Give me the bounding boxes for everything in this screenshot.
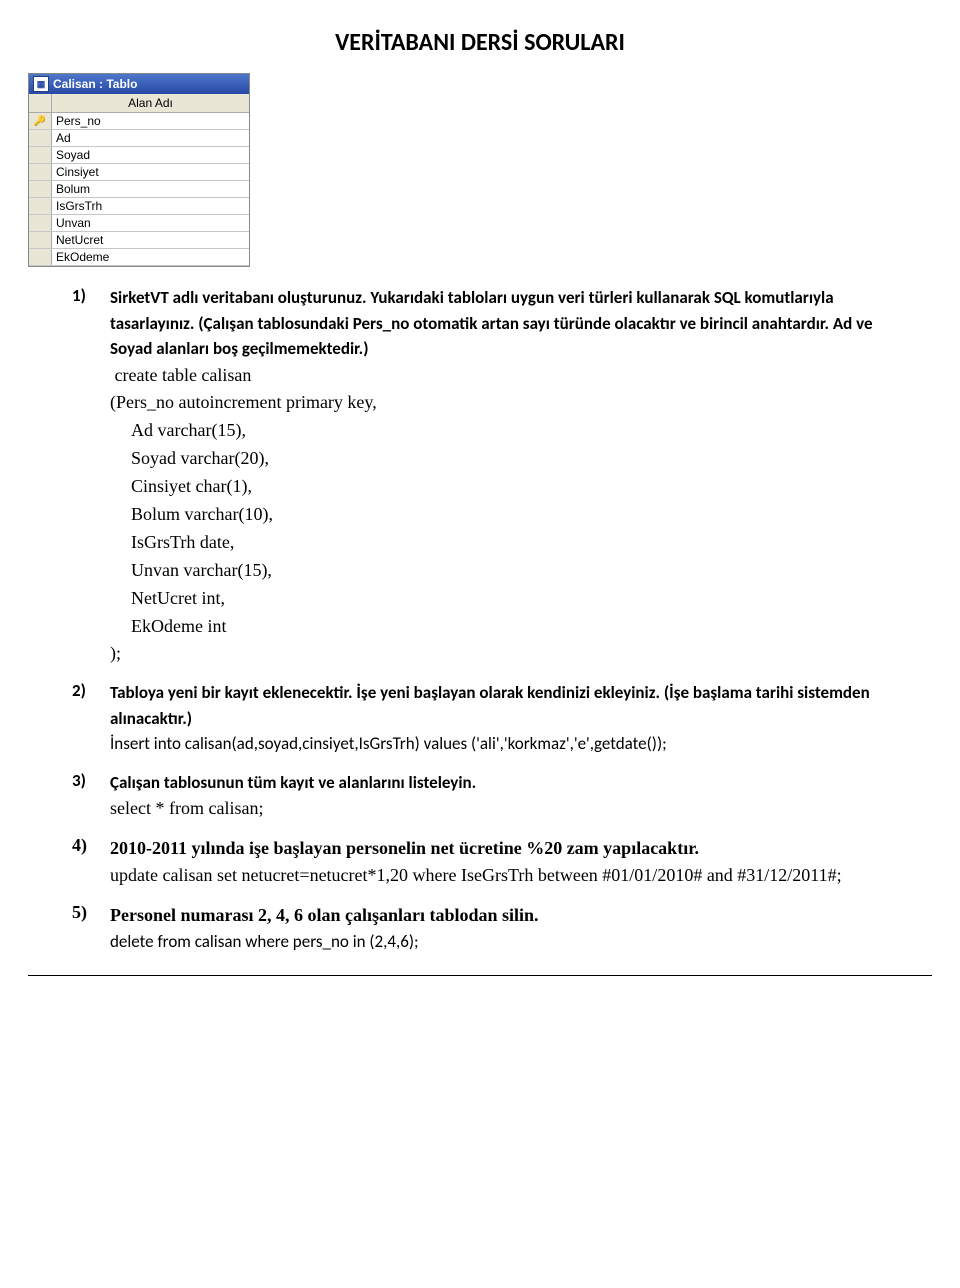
access-row-gutter (29, 147, 52, 163)
access-field-name: Ad (52, 130, 249, 146)
access-row-gutter (29, 164, 52, 180)
access-rows: 🔑 Pers_no Ad Soyad Cinsiyet Bolum Is (29, 113, 249, 266)
question-text: Tabloya yeni bir kayıt eklenecektir. İşe… (110, 680, 888, 731)
code-line: IsGrsTrh date, (110, 529, 888, 557)
question-number: 5) (72, 902, 100, 955)
access-gutter-head (29, 94, 52, 112)
question-body: Çalışan tablosunun tüm kayıt ve alanları… (110, 770, 888, 823)
question-5: 5) Personel numarası 2, 4, 6 olan çalışa… (72, 902, 888, 955)
code-line: Cinsiyet char(1), (110, 473, 888, 501)
page-title: VERİTABANI DERSİ SORULARI (72, 28, 888, 57)
access-row-gutter (29, 181, 52, 197)
access-field-name: EkOdeme (52, 249, 249, 265)
question-body: Personel numarası 2, 4, 6 olan çalışanla… (110, 902, 888, 955)
code-line: NetUcret int, (110, 585, 888, 613)
access-row-gutter (29, 198, 52, 214)
code-line: Ad varchar(15), (110, 417, 888, 445)
access-field-name: Cinsiyet (52, 164, 249, 180)
access-row: Soyad (29, 147, 249, 164)
footer-rule (28, 975, 932, 976)
code-line: EkOdeme int (110, 613, 888, 641)
access-row-gutter: 🔑 (29, 113, 52, 129)
table-icon: ▦ (33, 76, 49, 92)
access-column-header-row: Alan Adı (29, 94, 249, 113)
access-field-name: IsGrsTrh (52, 198, 249, 214)
code-line: Bolum varchar(10), (110, 501, 888, 529)
question-4: 4) 2010-2011 yılında işe başlayan person… (72, 835, 888, 890)
question-number: 3) (72, 770, 100, 823)
access-row-gutter (29, 215, 52, 231)
access-field-name: Soyad (52, 147, 249, 163)
question-number: 2) (72, 680, 100, 757)
code-line: create table calisan (110, 362, 888, 390)
access-window-title: ▦ Calisan : Tablo (29, 74, 249, 94)
answer-text: select * from calisan; (110, 795, 888, 823)
question-text: Personel numarası 2, 4, 6 olan çalışanla… (110, 902, 888, 929)
question-number: 1) (72, 285, 100, 668)
question-2: 2) Tabloya yeni bir kayıt eklenecektir. … (72, 680, 888, 757)
access-field-name: NetUcret (52, 232, 249, 248)
access-row: IsGrsTrh (29, 198, 249, 215)
access-row-gutter (29, 130, 52, 146)
access-row-gutter (29, 249, 52, 265)
access-row: Bolum (29, 181, 249, 198)
question-text: 2010-2011 yılında işe başlayan personeli… (110, 835, 888, 862)
document-page: VERİTABANI DERSİ SORULARI ▦ Calisan : Ta… (0, 0, 960, 1022)
access-row: 🔑 Pers_no (29, 113, 249, 130)
question-1: 1) SirketVT adlı veritabanı oluşturunuz.… (72, 285, 888, 668)
answer-text: İnsert into calisan(ad,soyad,cinsiyet,Is… (110, 731, 888, 757)
access-row-gutter (29, 232, 52, 248)
access-column-header: Alan Adı (52, 94, 249, 112)
question-number: 4) (72, 835, 100, 890)
access-field-name: Pers_no (52, 113, 249, 129)
answer-text: delete from calisan where pers_no in (2,… (110, 929, 888, 955)
sql-code-block: create table calisan (Pers_no autoincrem… (110, 362, 888, 669)
question-body: 2010-2011 yılında işe başlayan personeli… (110, 835, 888, 890)
access-field-name: Bolum (52, 181, 249, 197)
questions-list: 1) SirketVT adlı veritabanı oluşturunuz.… (72, 285, 888, 955)
question-3: 3) Çalışan tablosunun tüm kayıt ve alanl… (72, 770, 888, 823)
code-line: (Pers_no autoincrement primary key, (110, 389, 888, 417)
question-body: Tabloya yeni bir kayıt eklenecektir. İşe… (110, 680, 888, 757)
question-body: SirketVT adlı veritabanı oluşturunuz. Yu… (110, 285, 888, 668)
access-field-name: Unvan (52, 215, 249, 231)
access-row: NetUcret (29, 232, 249, 249)
access-row: EkOdeme (29, 249, 249, 266)
access-row: Cinsiyet (29, 164, 249, 181)
code-line: ); (110, 640, 888, 668)
access-row: Unvan (29, 215, 249, 232)
access-row: Ad (29, 130, 249, 147)
code-line: Soyad varchar(20), (110, 445, 888, 473)
access-title-text: Calisan : Tablo (53, 77, 137, 91)
answer-text: update calisan set netucret=netucret*1,2… (110, 862, 888, 890)
key-icon: 🔑 (34, 116, 46, 127)
question-text: Çalışan tablosunun tüm kayıt ve alanları… (110, 770, 888, 796)
question-text: SirketVT adlı veritabanı oluşturunuz. Yu… (110, 285, 888, 362)
code-line: Unvan varchar(15), (110, 557, 888, 585)
access-table-screenshot: ▦ Calisan : Tablo Alan Adı 🔑 Pers_no Ad … (28, 73, 250, 267)
